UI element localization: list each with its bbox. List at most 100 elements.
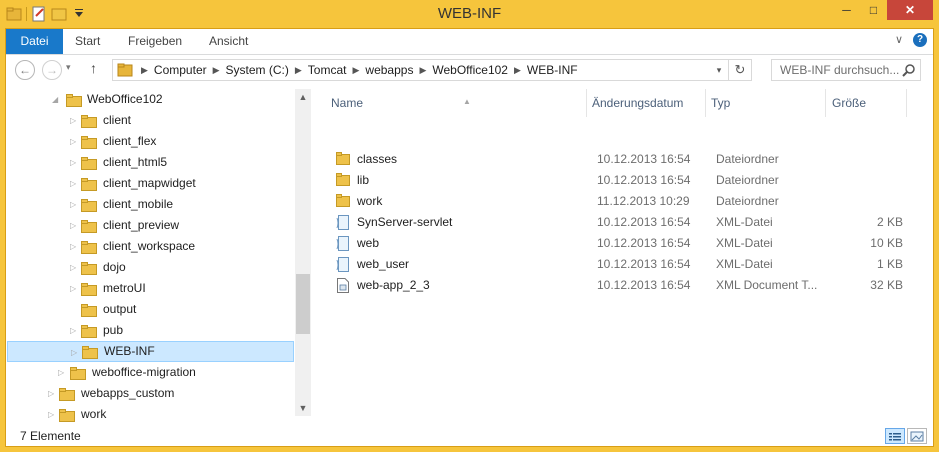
tab-ansicht[interactable]: Ansicht — [209, 29, 248, 54]
tree-item-weboffice-migration[interactable]: ▷ weboffice-migration — [6, 362, 295, 383]
tree-item-work[interactable]: ▷ work — [6, 404, 295, 425]
expand-arrow-icon[interactable]: ▷ — [70, 173, 80, 194]
search-icon[interactable] — [902, 63, 916, 77]
refresh-button[interactable]: ↻ — [728, 60, 751, 80]
tab-freigeben[interactable]: Freigeben — [128, 29, 182, 54]
address-bar[interactable]: ▶ Computer ▶ System (C:) ▶ Tomcat ▶ weba… — [112, 59, 752, 81]
tree-item-dojo[interactable]: ▷ dojo — [6, 257, 295, 278]
explorer-window: WEB-INF ─ □ ✕ Datei Start Freigeben Ansi… — [0, 0, 939, 452]
breadcrumb-web-inf[interactable]: WEB-INF — [523, 60, 582, 80]
tree-item-label: client_flex — [103, 134, 157, 148]
folder-icon — [81, 198, 97, 212]
tree-item-label: output — [103, 302, 137, 316]
search-box[interactable]: WEB-INF durchsuch... — [771, 59, 921, 81]
column-header-type[interactable]: Typ — [711, 89, 730, 117]
tree-item-pub[interactable]: ▷ pub — [6, 320, 295, 341]
minimize-button[interactable]: ─ — [833, 0, 860, 20]
expand-arrow-icon[interactable]: ▷ — [70, 278, 80, 299]
xml-file-icon — [336, 257, 350, 272]
expand-arrow-icon[interactable]: ▷ — [70, 194, 80, 215]
expand-arrow-icon[interactable]: ▷ — [70, 152, 80, 173]
list-item[interactable]: lib 10.12.2013 16:54 Dateiordner — [331, 170, 921, 191]
close-button[interactable]: ✕ — [887, 0, 933, 20]
breadcrumb-system-c[interactable]: System (C:) — [222, 60, 293, 80]
tree-item-client-html5[interactable]: ▷ client_html5 — [6, 152, 295, 173]
breadcrumb-separator[interactable]: ▶ — [512, 60, 523, 80]
expand-arrow-icon[interactable]: ▷ — [70, 257, 80, 278]
breadcrumb-separator[interactable]: ▶ — [211, 60, 222, 80]
expand-arrow-icon[interactable]: ▷ — [71, 342, 81, 363]
tree-item-client-preview[interactable]: ▷ client_preview — [6, 215, 295, 236]
tree-item-client[interactable]: ▷ client — [6, 110, 295, 131]
help-icon[interactable]: ? — [913, 33, 927, 47]
details-view-icon[interactable] — [885, 428, 905, 444]
column-header-label: Name — [331, 96, 364, 110]
folder-icon — [81, 282, 97, 296]
expand-arrow-icon[interactable]: ▷ — [48, 383, 58, 404]
expand-arrow-icon[interactable]: ▷ — [70, 110, 80, 131]
breadcrumb-tomcat[interactable]: Tomcat — [304, 60, 351, 80]
collapse-arrow-icon[interactable]: ◢ — [52, 89, 62, 110]
tree-scrollbar[interactable]: ▲ ▼ — [295, 89, 311, 416]
breadcrumb-computer[interactable]: Computer — [150, 60, 211, 80]
column-divider[interactable] — [906, 89, 907, 117]
column-header-size[interactable]: Größe — [832, 89, 866, 117]
file-name: work — [357, 194, 383, 208]
breadcrumb: ▶ Computer ▶ System (C:) ▶ Tomcat ▶ weba… — [139, 60, 582, 80]
expand-arrow-icon[interactable]: ▷ — [70, 215, 80, 236]
scrollbar-thumb[interactable] — [296, 274, 310, 334]
xml-file-icon — [336, 236, 350, 251]
breadcrumb-weboffice102[interactable]: WebOffice102 — [428, 60, 512, 80]
tree-item-output[interactable]: output — [6, 299, 295, 320]
expand-arrow-icon[interactable]: ▷ — [58, 362, 68, 383]
expand-arrow-icon[interactable]: ▷ — [70, 320, 80, 341]
column-header-date[interactable]: Änderungsdatum — [592, 89, 683, 117]
file-date: 10.12.2013 16:54 — [597, 152, 691, 166]
list-item[interactable]: work 11.12.2013 10:29 Dateiordner — [331, 191, 921, 212]
address-dropdown-icon[interactable]: ▾ — [711, 60, 727, 80]
forward-button[interactable]: → — [42, 60, 62, 80]
tree-item-webapps-custom[interactable]: ▷ webapps_custom — [6, 383, 295, 404]
tree-item-client-workspace[interactable]: ▷ client_workspace — [6, 236, 295, 257]
list-item[interactable]: classes 10.12.2013 16:54 Dateiordner — [331, 149, 921, 170]
tree-item-label: work — [81, 407, 107, 421]
list-item[interactable]: SynServer-servlet 10.12.2013 16:54 XML-D… — [331, 212, 921, 233]
tree-item-client-mapwidget[interactable]: ▷ client_mapwidget — [6, 173, 295, 194]
scroll-down-arrow-icon[interactable]: ▼ — [295, 400, 311, 416]
list-item[interactable]: web_user 10.12.2013 16:54 XML-Datei 1 KB — [331, 254, 921, 275]
breadcrumb-separator[interactable]: ▶ — [350, 60, 361, 80]
scroll-up-arrow-icon[interactable]: ▲ — [295, 89, 311, 105]
search-placeholder: WEB-INF durchsuch... — [780, 63, 900, 77]
large-icons-view-icon[interactable] — [907, 428, 927, 444]
breadcrumb-separator[interactable]: ▶ — [417, 60, 428, 80]
tab-start[interactable]: Start — [75, 29, 100, 54]
file-name: web-app_2_3 — [357, 278, 430, 292]
maximize-button[interactable]: □ — [860, 0, 887, 20]
column-divider[interactable] — [586, 89, 587, 117]
tree-item-metroui[interactable]: ▷ metroUI — [6, 278, 295, 299]
status-bar: 7 Elemente — [6, 425, 933, 447]
tree-item-client-mobile[interactable]: ▷ client_mobile — [6, 194, 295, 215]
tab-datei[interactable]: Datei — [6, 29, 63, 54]
tree-item-client-flex[interactable]: ▷ client_flex — [6, 131, 295, 152]
column-divider[interactable] — [825, 89, 826, 117]
navigation-bar: ← → ▾ ↑ ▶ Computer ▶ System (C:) ▶ Tomca… — [6, 55, 933, 85]
up-button[interactable]: ↑ — [90, 60, 97, 76]
back-button[interactable]: ← — [15, 60, 35, 80]
ribbon-collapse-icon[interactable]: ∨ — [895, 33, 903, 47]
file-name: classes — [357, 152, 398, 166]
recent-locations-button[interactable]: ▾ — [66, 62, 71, 73]
column-header-name[interactable]: Name ▲ — [331, 89, 581, 117]
breadcrumb-separator[interactable]: ▶ — [293, 60, 304, 80]
expand-arrow-icon[interactable]: ▷ — [70, 131, 80, 152]
tree-item-web-inf[interactable]: ▷ WEB-INF — [7, 341, 294, 362]
column-divider[interactable] — [705, 89, 706, 117]
list-item[interactable]: web 10.12.2013 16:54 XML-Datei 10 KB — [331, 233, 921, 254]
list-item[interactable]: web-app_2_3 10.12.2013 16:54 XML Documen… — [331, 275, 921, 296]
expand-arrow-icon[interactable]: ▷ — [48, 404, 58, 425]
breadcrumb-webapps[interactable]: webapps — [361, 60, 417, 80]
folder-icon — [81, 303, 97, 317]
expand-arrow-icon[interactable]: ▷ — [70, 236, 80, 257]
tree-item-weboffice102[interactable]: ◢ WebOffice102 — [6, 89, 295, 110]
breadcrumb-separator[interactable]: ▶ — [139, 60, 150, 80]
